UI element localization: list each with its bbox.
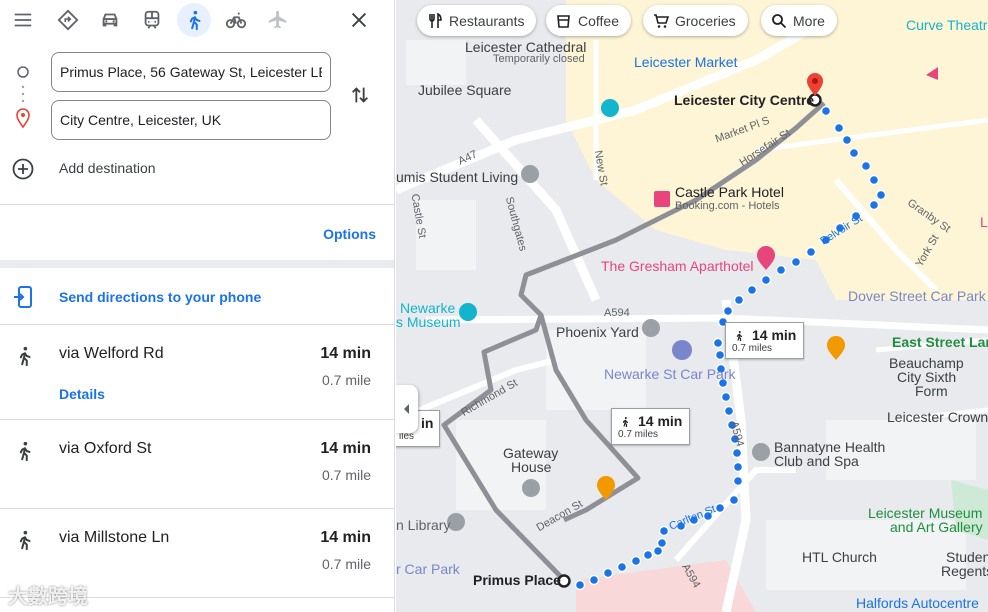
collapse-panel-button[interactable] [396,385,418,433]
add-destination-button[interactable]: Add destination [0,148,394,188]
send-to-phone-button[interactable]: Send directions to your phone [0,280,394,314]
add-circle-icon [12,158,34,180]
map-label[interactable]: East Street Lane [892,334,988,350]
walk-icon [19,530,31,551]
train-icon[interactable] [135,3,169,37]
chip-label: Groceries [675,12,736,29]
route-time: 14 min [320,345,371,362]
map-label[interactable]: Phoenix Yard [556,324,639,340]
route-distance: 0.7 mile [321,467,371,483]
directions-panel: Add destination Options Send directions … [0,0,395,612]
walk-icon[interactable] [177,3,211,37]
chip-groceries[interactable]: Groceries [643,5,748,36]
section-separator [0,260,394,268]
destination-field[interactable] [60,112,322,128]
callout-distance: 0.7 miles [618,429,659,440]
waypoint-connector-icon [16,66,30,129]
map-label[interactable]: Curve Theatr [906,17,987,33]
car-icon[interactable] [93,3,127,37]
close-icon[interactable] [342,3,376,37]
walk-icon [19,346,31,367]
best-route-icon[interactable] [51,3,85,37]
chevron-left-icon [404,404,409,414]
route-details-link[interactable]: Details [59,386,105,402]
chip-label: Coffee [578,12,619,29]
route-time-callout[interactable]: 14 min 0.7 miles [725,322,804,359]
map-label[interactable]: Primus Place [473,572,561,588]
map-label[interactable]: Dover Street Car Park [848,288,986,304]
bicycle-icon[interactable] [219,3,253,37]
route-distance: 0.7 mile [321,556,371,572]
route-via: via Welford Rd [59,345,164,362]
map-label[interactable]: Regents [941,563,988,579]
walk-icon [19,441,31,462]
map-label[interactable]: Leicester Crown [887,409,988,425]
map-label[interactable]: Newarke St Car Park [604,366,735,382]
menu-icon[interactable] [6,3,40,37]
destination-input[interactable] [51,100,331,140]
map-label: Temporarily closed [493,53,585,65]
origin-input[interactable] [51,52,331,92]
chip-restaurants[interactable]: Restaurants [417,5,537,36]
chip-label: Restaurants [449,12,525,29]
map-label[interactable]: Jubilee Square [418,82,511,98]
map-label[interactable]: Club and Spa [774,453,859,469]
fork-knife-icon [429,12,442,28]
route-time-callout[interactable]: 14 min 0.7 miles [611,408,690,445]
route-via: via Oxford St [59,440,152,457]
map-label[interactable]: n Library [396,517,450,533]
route-time: 14 min [320,529,371,546]
coffee-icon [557,14,570,28]
route-option-2[interactable]: via Oxford St 14 min 0.7 mile [0,420,394,508]
route-option-1[interactable]: via Welford Rd 14 min 0.7 mile Details [0,325,394,419]
travel-mode-bar [0,0,394,42]
map-label[interactable]: House [511,459,551,475]
watermark-logo: 大數跨境 [8,586,88,608]
map-label[interactable]: HTL Church [802,549,877,565]
map-label[interactable]: The Gresham Aparthotel [601,258,754,274]
chip-coffee[interactable]: Coffee [546,5,631,36]
map-label: Booking.com - Hotels [675,200,780,212]
callout-distance: 0.7 miles [732,343,773,354]
origin-field[interactable] [60,64,322,80]
add-destination-label: Add destination [59,160,156,176]
chip-more[interactable]: More [761,5,837,36]
map-label[interactable]: s Museum [396,314,461,330]
map-label: L [980,214,988,230]
map-label[interactable]: Leicester Market [634,54,737,70]
map-canvas[interactable]: Restaurants Coffee Groceries More Leices… [396,0,988,612]
map-label[interactable]: Form [915,383,948,399]
map-label[interactable]: and Art Gallery [890,519,983,535]
chip-label: More [793,12,825,29]
cart-icon [654,13,669,28]
map-label[interactable]: Halfords Autocentre [856,595,979,611]
send-to-phone-label: Send directions to your phone [59,289,262,305]
map-label: A594 [604,307,630,319]
map-label[interactable]: Leicester City Centre [674,92,814,108]
map-label[interactable]: Castle Park Hotel [675,184,784,200]
route-distance: 0.7 mile [321,372,371,388]
walk-icon [736,331,743,341]
search-icon [772,13,787,28]
swap-icon[interactable] [347,82,373,108]
options-button[interactable]: Options [323,226,376,242]
map-label[interactable]: r Car Park [396,561,460,577]
send-to-phone-icon [14,286,32,308]
divider [0,204,394,205]
walk-icon [622,417,629,427]
route-via: via Millstone Ln [59,529,170,546]
route-time: 14 min [320,440,371,457]
map-label[interactable]: umis Student Living [396,169,518,185]
plane-icon[interactable] [261,3,295,37]
